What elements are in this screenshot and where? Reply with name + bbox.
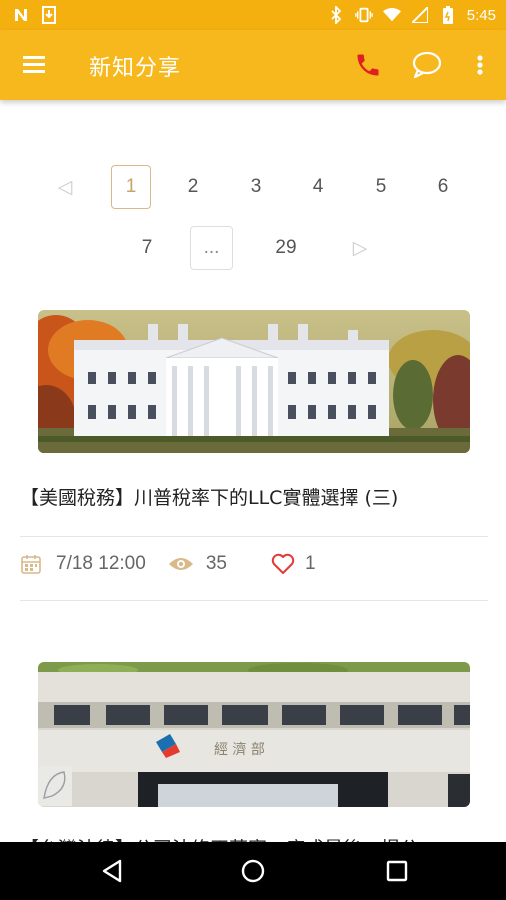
recents-button[interactable] <box>384 858 410 884</box>
notification-n-icon <box>12 6 30 24</box>
recents-icon <box>386 860 408 882</box>
article-1-views: 35 <box>205 553 227 574</box>
page-6-button[interactable]: 6 <box>423 165 463 209</box>
page-title: 新知分享 <box>89 56 182 81</box>
page-last-button[interactable]: 29 <box>266 226 306 270</box>
ministry-building-photo: 經 濟 部 <box>38 662 470 807</box>
page-7-button[interactable]: 7 <box>127 226 167 270</box>
home-icon <box>241 859 265 883</box>
chat-button[interactable] <box>411 50 443 80</box>
divider <box>20 600 488 601</box>
page-3-button[interactable]: 3 <box>236 165 276 209</box>
building-sign: 經 濟 部 <box>214 742 265 758</box>
status-bar: 5:45 <box>0 0 506 30</box>
app-bar: 新知分享 <box>0 30 506 100</box>
page-1-button[interactable]: 1 <box>111 165 151 209</box>
eye-icon <box>168 558 193 570</box>
page-4-button[interactable]: 4 <box>298 165 338 209</box>
heart-icon[interactable] <box>271 553 295 575</box>
status-time: 5:45 <box>466 6 496 24</box>
article-1-like-item[interactable]: 1 <box>271 553 316 575</box>
next-page-button[interactable]: ▷ <box>340 226 380 270</box>
more-options-button[interactable] <box>470 50 490 80</box>
article-1-date: 7/18 12:00 <box>56 553 146 574</box>
back-button[interactable] <box>100 858 126 884</box>
page-ellipsis-button[interactable]: ... <box>190 226 233 270</box>
phone-icon <box>357 54 379 76</box>
more-vert-icon <box>477 55 483 75</box>
calendar-icon <box>21 555 41 574</box>
phone-button[interactable] <box>354 51 382 79</box>
page-2-button[interactable]: 2 <box>173 165 213 209</box>
chat-icon <box>412 51 442 79</box>
prev-page-button[interactable]: ◁ <box>45 165 85 209</box>
menu-icon <box>23 56 45 73</box>
menu-button[interactable] <box>20 51 50 79</box>
back-icon <box>102 859 122 883</box>
article-1-image[interactable] <box>38 310 470 453</box>
wifi-icon <box>382 6 401 24</box>
home-button[interactable] <box>240 858 266 884</box>
page-5-button[interactable]: 5 <box>361 165 401 209</box>
vibrate-icon <box>355 6 373 24</box>
article-1-date-item: 7/18 12:00 <box>20 553 146 575</box>
system-nav-bar <box>0 842 506 900</box>
bluetooth-icon <box>327 6 345 24</box>
signal-icon <box>411 6 429 24</box>
article-1-title[interactable]: 【美國稅務】川普稅率下的LLC實體選擇 (三) <box>20 483 398 510</box>
article-1-likes: 1 <box>304 553 316 574</box>
battery-icon <box>439 6 457 24</box>
download-icon <box>40 6 58 24</box>
article-1-views-item: 35 <box>168 553 227 575</box>
white-house-photo <box>38 310 470 453</box>
article-2-image[interactable]: 經 濟 部 <box>38 662 470 807</box>
article-1-meta: 7/18 12:00 35 1 <box>20 550 316 578</box>
divider <box>20 536 488 537</box>
